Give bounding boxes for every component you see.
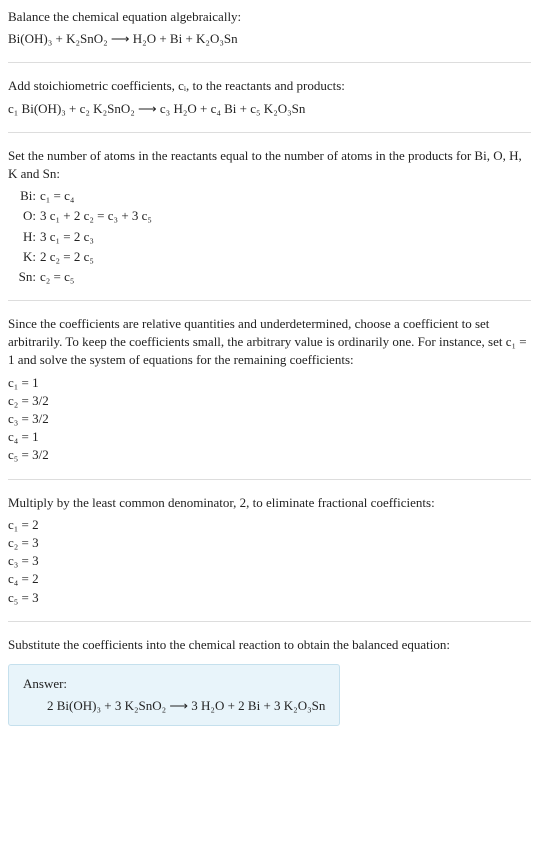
frac-coeff-list: c₁ = 1 c₂ = 3/2 c₃ = 3/2 c₄ = 1 c₅ = 3/2: [8, 374, 531, 465]
answer-box: Answer: 2 Bi(OH)₃ + 3 K₂SnO₂ ⟶ 3 H₂O + 2…: [8, 664, 340, 726]
atom-el: O:: [8, 207, 36, 225]
coeff-line: c₅ = 3: [8, 589, 531, 607]
coeff-line: c₄ = 1: [8, 428, 531, 446]
coeff-line: c₁ = 1: [8, 374, 531, 392]
intro-text: Balance the chemical equation algebraica…: [8, 8, 531, 26]
section-relative: Since the coefficients are relative quan…: [8, 315, 531, 465]
stoich-equation: c₁ Bi(OH)₃ + c₂ K₂SnO₂ ⟶ c₃ H₂O + c₄ Bi …: [8, 100, 531, 118]
section-stoich: Add stoichiometric coefficients, cᵢ, to …: [8, 77, 531, 117]
atom-eq: 3 c₁ = 2 c₃: [40, 228, 531, 246]
coeff-line: c₃ = 3/2: [8, 410, 531, 428]
atom-eq: 3 c₁ + 2 c₂ = c₃ + 3 c₅: [40, 207, 531, 225]
substitute-text: Substitute the coefficients into the che…: [8, 636, 531, 654]
divider: [8, 621, 531, 622]
answer-equation: 2 Bi(OH)₃ + 3 K₂SnO₂ ⟶ 3 H₂O + 2 Bi + 3 …: [47, 698, 325, 713]
answer-label: Answer:: [23, 675, 325, 693]
coeff-line: c₂ = 3: [8, 534, 531, 552]
relative-text: Since the coefficients are relative quan…: [8, 315, 531, 370]
int-coeff-list: c₁ = 2 c₂ = 3 c₃ = 3 c₄ = 2 c₅ = 3: [8, 516, 531, 607]
intro-equation: Bi(OH)₃ + K₂SnO₂ ⟶ H₂O + Bi + K₂O₃Sn: [8, 30, 531, 48]
divider: [8, 132, 531, 133]
coeff-line: c₄ = 2: [8, 570, 531, 588]
section-lcd: Multiply by the least common denominator…: [8, 494, 531, 607]
divider: [8, 62, 531, 63]
lcd-text: Multiply by the least common denominator…: [8, 494, 531, 512]
atom-el: Bi:: [8, 187, 36, 205]
atom-el: H:: [8, 228, 36, 246]
atom-eq: c₁ = c₄: [40, 187, 531, 205]
coeff-line: c₂ = 3/2: [8, 392, 531, 410]
atom-el: Sn:: [8, 268, 36, 286]
atom-eq: 2 c₂ = 2 c₅: [40, 248, 531, 266]
atom-eq: c₂ = c₅: [40, 268, 531, 286]
section-substitute: Substitute the coefficients into the che…: [8, 636, 531, 727]
atom-table: Bi: c₁ = c₄ O: 3 c₁ + 2 c₂ = c₃ + 3 c₅ H…: [8, 187, 531, 286]
section-atoms: Set the number of atoms in the reactants…: [8, 147, 531, 286]
atoms-text: Set the number of atoms in the reactants…: [8, 147, 531, 183]
divider: [8, 300, 531, 301]
stoich-text: Add stoichiometric coefficients, cᵢ, to …: [8, 77, 531, 95]
coeff-line: c₃ = 3: [8, 552, 531, 570]
coeff-line: c₁ = 2: [8, 516, 531, 534]
divider: [8, 479, 531, 480]
section-intro: Balance the chemical equation algebraica…: [8, 8, 531, 48]
atom-el: K:: [8, 248, 36, 266]
coeff-line: c₅ = 3/2: [8, 446, 531, 464]
